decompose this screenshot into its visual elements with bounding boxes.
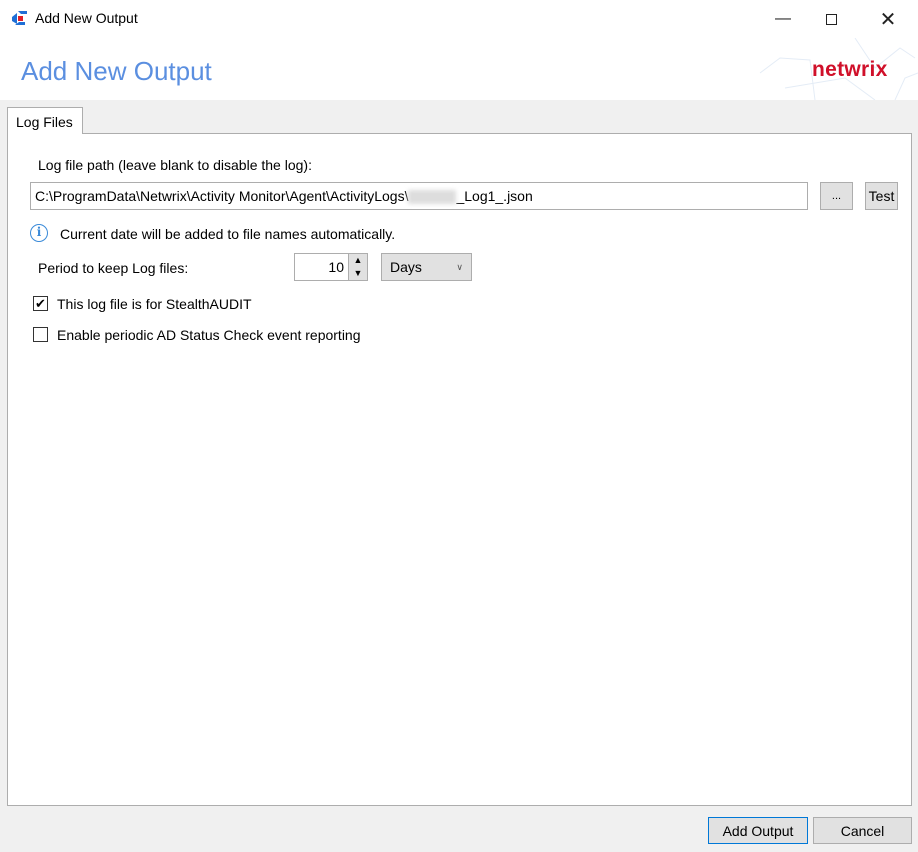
info-icon: i: [30, 224, 48, 242]
stealthaudit-checkbox[interactable]: ✔: [33, 296, 48, 311]
tab-log-files[interactable]: Log Files: [7, 107, 83, 134]
minimize-button[interactable]: —: [760, 0, 806, 38]
path-suffix: _Log1_.json: [456, 188, 533, 204]
period-spinner[interactable]: ▲ ▼: [348, 253, 368, 281]
add-output-button[interactable]: Add Output: [708, 817, 808, 844]
app-icon: [12, 11, 27, 25]
path-label: Log file path (leave blank to disable th…: [38, 157, 312, 173]
info-text: Current date will be added to file names…: [60, 226, 396, 242]
maximize-button[interactable]: [808, 0, 854, 38]
header: Add New Output netwrix: [0, 38, 918, 100]
period-unit-dropdown[interactable]: Days ∨: [381, 253, 472, 281]
cancel-button[interactable]: Cancel: [813, 817, 912, 844]
log-path-input[interactable]: C:\ProgramData\Netwrix\Activity Monitor\…: [30, 182, 808, 210]
period-input[interactable]: 10: [294, 253, 350, 281]
ad-status-checkbox[interactable]: [33, 327, 48, 342]
maximize-icon: [825, 13, 837, 25]
window-title: Add New Output: [35, 10, 138, 26]
stealthaudit-label: This log file is for StealthAUDIT: [57, 296, 252, 312]
browse-button[interactable]: ...: [820, 182, 853, 210]
ad-status-label: Enable periodic AD Status Check event re…: [57, 327, 361, 343]
spin-down-icon[interactable]: ▼: [349, 267, 367, 280]
period-unit-value: Days: [390, 259, 422, 275]
netwrix-logo: netwrix: [812, 58, 888, 81]
redacted-text: [408, 190, 457, 205]
spin-up-icon[interactable]: ▲: [349, 254, 367, 267]
period-label: Period to keep Log files:: [38, 260, 189, 276]
minimize-icon: —: [775, 10, 791, 27]
tab-label: Log Files: [16, 114, 73, 130]
test-button[interactable]: Test: [865, 182, 898, 210]
title-bar: Add New Output — ✕: [0, 0, 918, 38]
page-title: Add New Output: [21, 56, 212, 86]
check-icon: ✔: [35, 295, 46, 311]
path-prefix: C:\ProgramData\Netwrix\Activity Monitor\…: [35, 188, 409, 204]
close-icon: ✕: [879, 8, 897, 31]
chevron-down-icon: ∨: [456, 261, 463, 272]
close-button[interactable]: ✕: [865, 0, 911, 38]
